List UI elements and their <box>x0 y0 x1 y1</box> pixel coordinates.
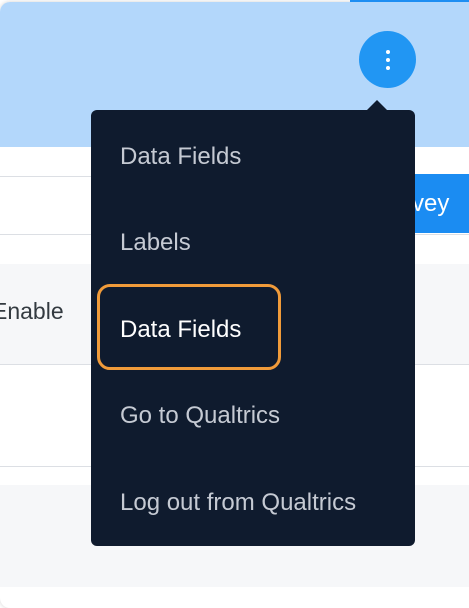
kebab-icon-dot <box>385 65 390 70</box>
menu-item-labels[interactable]: Labels <box>120 228 191 258</box>
top-accent-strip <box>350 0 469 2</box>
menu-item-data-fields[interactable]: Data Fields <box>120 142 241 172</box>
menu-item-log-out[interactable]: Log out from Qualtrics <box>120 488 356 518</box>
highlight-outline <box>97 284 281 370</box>
kebab-icon-dot <box>385 57 390 62</box>
menu-item-go-to-qualtrics[interactable]: Go to Qualtrics <box>120 401 280 431</box>
kebab-icon-dot <box>385 49 390 54</box>
enable-column-label: Enable <box>0 298 64 324</box>
more-options-button[interactable] <box>359 31 416 88</box>
